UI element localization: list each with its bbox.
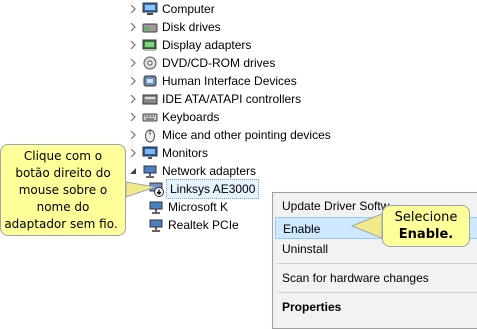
monitor-icon <box>142 145 158 161</box>
expand-arrow-icon[interactable] <box>128 40 138 50</box>
callout-line: nome do <box>36 200 90 214</box>
network-adapter-icon <box>142 163 158 179</box>
tree-item-label: Realtek PCIe <box>168 218 239 232</box>
tree-item-label: IDE ATA/ATAPI controllers <box>162 92 302 106</box>
tree-item-microsoft-adapter[interactable]: Microsoft K <box>148 198 228 216</box>
tree-item-label: Network adapters <box>162 164 257 178</box>
tree-item-mice[interactable]: Mice and other pointing devices <box>128 126 331 144</box>
tree-item-label: Display adapters <box>162 38 252 52</box>
tree-item-linksys-adapter[interactable]: Linksys AE3000 <box>148 179 260 199</box>
collapse-arrow-icon[interactable] <box>128 166 138 176</box>
mouse-icon <box>142 127 158 143</box>
tree-item-disk-drives[interactable]: Disk drives <box>128 18 221 36</box>
expand-arrow-icon[interactable] <box>128 22 138 32</box>
tree-item-display-adapters[interactable]: Display adapters <box>128 36 251 54</box>
disabled-adapter-icon <box>148 181 164 197</box>
callout-emphasis: Enable. <box>398 227 454 242</box>
callout-line: mouse sobre o <box>18 183 108 197</box>
expand-arrow-icon[interactable] <box>128 112 138 122</box>
tree-item-label: Disk drives <box>162 20 221 34</box>
tree-item-label: Keyboards <box>162 110 220 124</box>
network-adapter-icon <box>148 217 164 233</box>
tree-item-monitors[interactable]: Monitors <box>128 144 208 162</box>
tree-item-ide-controllers[interactable]: IDE ATA/ATAPI controllers <box>128 90 301 108</box>
expand-arrow-icon[interactable] <box>128 148 138 158</box>
display-adapter-icon <box>142 37 158 53</box>
expand-arrow-icon[interactable] <box>128 58 138 68</box>
menu-separator <box>277 292 477 293</box>
keyboard-icon <box>142 109 158 125</box>
expand-arrow-icon[interactable] <box>128 94 138 104</box>
disk-drive-icon <box>142 19 158 35</box>
tree-item-label: Computer <box>162 2 215 16</box>
expand-arrow-icon[interactable] <box>128 4 138 14</box>
expand-arrow-icon[interactable] <box>128 130 138 140</box>
tree-item-network-adapters[interactable]: Network adapters <box>128 162 256 180</box>
left-instruction-callout: Clique com o botão direito do mouse sobr… <box>0 144 126 236</box>
tree-item-label: Mice and other pointing devices <box>162 128 331 142</box>
callout-line: adaptador sem fio. <box>4 217 118 231</box>
expand-arrow-icon[interactable] <box>128 76 138 86</box>
callout-line: Selecione <box>394 210 458 225</box>
callout-line: Clique com o <box>23 149 103 163</box>
tree-item-realtek-adapter[interactable]: Realtek PCIe <box>148 216 239 234</box>
network-adapter-icon <box>148 199 164 215</box>
tree-item-label: Microsoft K <box>168 200 229 214</box>
tree-item-human-interface[interactable]: Human Interface Devices <box>128 72 297 90</box>
tree-item-label: DVD/CD-ROM drives <box>162 56 276 70</box>
ide-controller-icon <box>142 91 158 107</box>
tree-item-computer[interactable]: Computer <box>128 0 215 18</box>
tree-item-label: Human Interface Devices <box>162 74 297 88</box>
tree-item-dvd-drives[interactable]: DVD/CD-ROM drives <box>128 54 275 72</box>
menu-item-properties[interactable]: Properties <box>275 296 477 318</box>
tree-item-label: Monitors <box>162 146 209 160</box>
callout-line: botão direito do <box>15 166 111 180</box>
computer-icon <box>142 1 158 17</box>
menu-separator <box>277 263 477 264</box>
tree-item-label: Linksys AE3000 <box>166 179 260 199</box>
tree-item-keyboards[interactable]: Keyboards <box>128 108 219 126</box>
right-instruction-callout: Selecione Enable. <box>382 205 470 247</box>
menu-item-scan-hardware[interactable]: Scan for hardware changes <box>275 267 477 289</box>
dvd-drive-icon <box>142 55 158 71</box>
hid-icon <box>142 73 158 89</box>
